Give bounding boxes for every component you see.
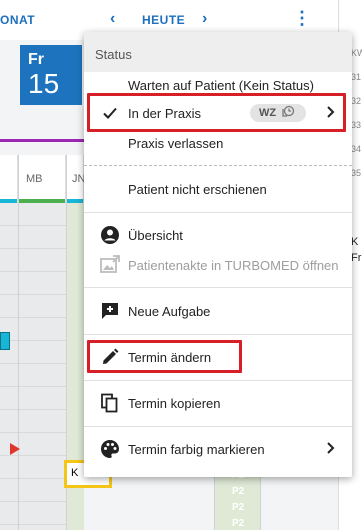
current-time-marker: [10, 443, 20, 455]
week-number[interactable]: 32: [351, 96, 361, 106]
menu-item-label: Patientenakte in TURBOMED öffnen: [128, 257, 339, 273]
menu-divider: [84, 287, 352, 288]
menu-item-label: Neue Aufgabe: [128, 303, 211, 319]
account-circle-icon: [100, 225, 120, 245]
week-number[interactable]: 33: [351, 120, 361, 130]
image-link-icon: [100, 255, 120, 275]
p2-label: P2: [232, 486, 245, 497]
panel-fr-label: Fr: [351, 252, 362, 264]
status-header-label: Status: [95, 47, 132, 62]
day-tile[interactable]: Fr 15: [20, 45, 82, 105]
menu-item-label: Übersicht: [128, 227, 183, 243]
column-header-left: [0, 155, 18, 203]
column-divider: [18, 155, 19, 530]
week-label: KW: [351, 48, 362, 58]
column-header-jn[interactable]: JN: [66, 155, 85, 203]
menu-item-label: Patient nicht erschienen: [128, 181, 267, 197]
highlight-in-der-praxis: [87, 93, 346, 132]
column-label-mb: MB: [26, 173, 43, 185]
appointment-block[interactable]: [0, 332, 10, 350]
menu-item-termin-kopieren[interactable]: Termin kopieren: [84, 390, 352, 416]
menu-item-label: Praxis verlassen: [128, 135, 224, 151]
day-number: 15: [28, 68, 60, 99]
current-day-indicator: [0, 139, 84, 142]
copy-icon: [100, 393, 120, 413]
palette-icon: [100, 439, 120, 459]
menu-item-label: Termin farbig markieren: [128, 441, 265, 457]
week-number[interactable]: 34: [351, 144, 361, 154]
p2-label: P2: [232, 518, 245, 529]
chevron-right-icon: [326, 441, 336, 458]
menu-divider: [84, 426, 352, 427]
month-view-button[interactable]: ONAT: [0, 13, 35, 27]
menu-divider: [84, 165, 352, 166]
column-divider: [260, 470, 261, 530]
menu-item-label: Warten auf Patient (Kein Status): [128, 77, 314, 93]
highlight-termin-aendern: [87, 340, 242, 373]
panel-k-label: K: [351, 236, 359, 248]
chevron-left-icon[interactable]: ‹: [110, 10, 115, 28]
chevron-right-icon[interactable]: ›: [202, 10, 207, 28]
menu-item-farbig-markieren[interactable]: Termin farbig markieren: [84, 436, 352, 462]
add-task-icon: [100, 301, 120, 321]
status-section-header: Status: [84, 32, 352, 72]
menu-divider: [84, 334, 352, 335]
menu-divider: [84, 212, 352, 213]
menu-item-praxis-verlassen[interactable]: Praxis verlassen: [84, 130, 352, 156]
p2-label: P2: [232, 502, 245, 513]
menu-item-patientenakte: Patientenakte in TURBOMED öffnen: [84, 252, 352, 278]
today-button[interactable]: HEUTE: [142, 13, 185, 27]
day-name: Fr: [28, 51, 44, 68]
menu-item-neue-aufgabe[interactable]: Neue Aufgabe: [84, 298, 352, 324]
column-divider: [214, 470, 215, 530]
menu-item-nicht-erschienen[interactable]: Patient nicht erschienen: [84, 176, 352, 202]
menu-item-uebersicht[interactable]: Übersicht: [84, 222, 352, 248]
menu-divider: [84, 380, 352, 381]
column-header-mb[interactable]: MB: [18, 155, 66, 203]
appointment-k-label: K: [71, 467, 79, 479]
menu-item-label: Termin kopieren: [128, 395, 221, 411]
more-vert-icon[interactable]: ⋮: [293, 9, 311, 27]
week-number[interactable]: 35: [351, 168, 361, 178]
week-number[interactable]: 31: [351, 72, 361, 82]
